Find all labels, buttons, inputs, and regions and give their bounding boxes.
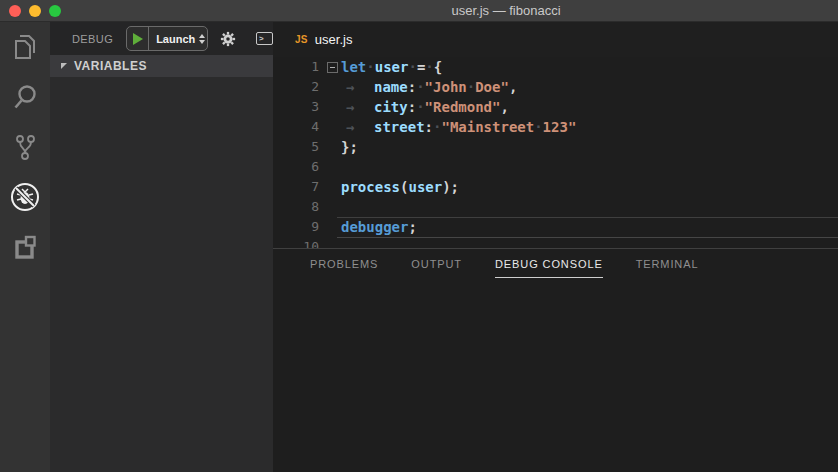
- debug-view-label: DEBUG: [72, 33, 113, 45]
- variables-section-body: [50, 77, 273, 472]
- panel-tab-terminal[interactable]: TERMINAL: [636, 258, 699, 278]
- fold-column: [319, 237, 341, 248]
- activity-bar: [0, 22, 50, 472]
- line-text: →city:·"Redmond",: [341, 97, 509, 117]
- window-title: user.js — fibonacci: [451, 0, 560, 21]
- activity-explorer[interactable]: [0, 22, 50, 72]
- bug-slash-icon: [10, 182, 40, 212]
- line-text: process(user);: [341, 177, 459, 197]
- editor-area: JS user.js 1 let·user·=·{ 2 →name:·"John·Do…: [273, 22, 838, 472]
- line-number: 7: [273, 177, 319, 197]
- line-text: };: [341, 137, 358, 157]
- fold-column: [319, 177, 341, 197]
- fold-column: [319, 117, 341, 137]
- code-line-4[interactable]: 4 →street:·"Mainstreet·123": [273, 117, 838, 137]
- gear-icon: [220, 31, 236, 47]
- fold-column: [319, 77, 341, 97]
- fold-column: [319, 97, 341, 117]
- code-line-1[interactable]: 1 let·user·=·{: [273, 57, 838, 77]
- fold-collapse-icon[interactable]: [327, 62, 338, 73]
- line-text: →street:·"Mainstreet·123": [341, 117, 576, 137]
- line-text: debugger;: [341, 217, 417, 237]
- line-number: 2: [273, 77, 319, 97]
- files-icon: [12, 33, 38, 61]
- debug-toolbar: DEBUG Launch: [50, 22, 273, 55]
- code-line-3[interactable]: 3 →city:·"Redmond",: [273, 97, 838, 117]
- git-branch-icon: [12, 133, 38, 161]
- code-line-7[interactable]: 7 process(user);: [273, 177, 838, 197]
- open-console-button[interactable]: >: [256, 32, 273, 45]
- panel-tab-output[interactable]: OUTPUT: [411, 258, 462, 278]
- line-number: 9: [273, 217, 319, 237]
- code-editor[interactable]: 1 let·user·=·{ 2 →name:·"John·Doe", 3 →city:·…: [273, 57, 838, 248]
- panel-tab-problems[interactable]: PROBLEMS: [310, 258, 378, 278]
- line-number: 6: [273, 157, 319, 177]
- start-debug-button[interactable]: [133, 33, 143, 45]
- activity-debug[interactable]: [0, 172, 50, 222]
- code-line-9[interactable]: 9 debugger;: [273, 217, 838, 237]
- fold-column: [319, 217, 341, 237]
- fold-column: [319, 137, 341, 157]
- variables-section-header[interactable]: VARIABLES: [50, 55, 273, 77]
- line-number: 3: [273, 97, 319, 117]
- code-line-6[interactable]: 6: [273, 157, 838, 177]
- line-number: 1: [273, 57, 319, 77]
- bottom-panel: PROBLEMS OUTPUT DEBUG CONSOLE TERMINAL: [273, 248, 838, 472]
- titlebar[interactable]: user.js — fibonacci: [0, 0, 838, 22]
- fold-column: [319, 197, 341, 217]
- search-icon: [12, 83, 38, 111]
- fold-column: [319, 57, 341, 77]
- code-line-8[interactable]: 8: [273, 197, 838, 217]
- code-lines: 1 let·user·=·{ 2 →name:·"John·Doe", 3 →city:·…: [273, 57, 838, 248]
- traffic-lights: [9, 5, 61, 17]
- sidebar-debug-view: DEBUG Launch: [50, 22, 273, 472]
- code-line-10[interactable]: 10: [273, 237, 838, 248]
- zoom-button[interactable]: [49, 5, 61, 17]
- divider: [148, 27, 149, 50]
- js-file-icon: JS: [295, 34, 308, 45]
- collapse-triangle-icon: [61, 63, 67, 69]
- console-prompt-icon: >: [259, 35, 264, 43]
- launch-config-control: Launch: [126, 26, 208, 51]
- code-line-2[interactable]: 2 →name:·"John·Doe",: [273, 77, 838, 97]
- vscode-window: user.js — fibonacci: [0, 0, 838, 472]
- editor-tabbar: JS user.js: [273, 22, 838, 57]
- minimize-button[interactable]: [29, 5, 41, 17]
- fold-column: [319, 157, 341, 177]
- activity-source-control[interactable]: [0, 122, 50, 172]
- line-text: →name:·"John·Doe",: [341, 77, 517, 97]
- configure-gear-button[interactable]: [220, 31, 236, 47]
- section-label: VARIABLES: [74, 59, 147, 73]
- extensions-icon: [12, 233, 38, 261]
- line-number: 10: [273, 237, 319, 248]
- line-number: 4: [273, 117, 319, 137]
- panel-tab-debug-console[interactable]: DEBUG CONSOLE: [495, 258, 603, 278]
- line-number: 5: [273, 137, 319, 157]
- panel-tabs: PROBLEMS OUTPUT DEBUG CONSOLE TERMINAL: [273, 249, 838, 278]
- line-number: 8: [273, 197, 319, 217]
- activity-search[interactable]: [0, 72, 50, 122]
- tab-user-js[interactable]: JS user.js: [273, 22, 352, 57]
- activity-extensions[interactable]: [0, 222, 50, 272]
- chevron-updown-icon[interactable]: [199, 34, 205, 44]
- line-text: let·user·=·{: [341, 57, 442, 77]
- close-button[interactable]: [9, 5, 21, 17]
- code-line-5[interactable]: 5};: [273, 137, 838, 157]
- tab-title: user.js: [315, 32, 353, 47]
- launch-config-select[interactable]: Launch: [156, 33, 195, 45]
